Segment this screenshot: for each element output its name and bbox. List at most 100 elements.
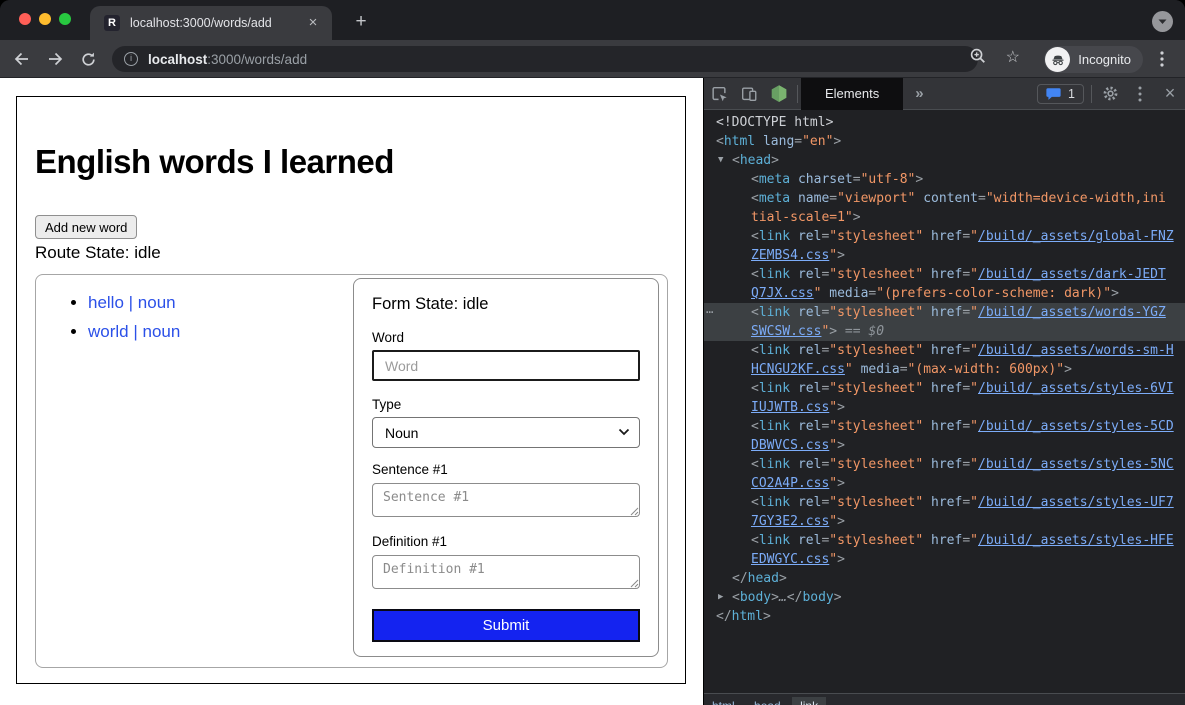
devtools-code-line[interactable]: <link rel="stylesheet" href="/build/_ass… <box>704 341 1185 360</box>
word-label: Word <box>372 330 404 345</box>
devtools-code-line[interactable]: </head> <box>704 569 1185 588</box>
devtools-code-line[interactable]: DBWVCS.css"> <box>704 436 1185 455</box>
tab-search-button[interactable] <box>1152 11 1173 32</box>
close-window-button[interactable] <box>19 13 31 25</box>
definition-textarea[interactable] <box>372 555 640 589</box>
reload-button[interactable] <box>76 47 100 71</box>
new-tab-button[interactable]: + <box>348 9 374 35</box>
type-select[interactable]: Noun <box>372 417 640 448</box>
more-panels-button[interactable]: » <box>903 85 935 102</box>
console-messages-badge[interactable]: 1 <box>1037 84 1084 104</box>
breadcrumb-head[interactable]: head <box>746 697 789 705</box>
devtools-code-line[interactable]: EDWGYC.css"> <box>704 550 1185 569</box>
incognito-icon <box>1045 47 1070 72</box>
devtools-code-line[interactable]: 7GY3E2.css"> <box>704 512 1185 531</box>
device-toggle-icon <box>740 85 758 103</box>
tab-strip: R localhost:3000/words/add × + <box>0 0 1185 40</box>
type-label: Type <box>372 397 401 412</box>
browser-tab[interactable]: R localhost:3000/words/add × <box>90 6 332 40</box>
submit-button[interactable]: Submit <box>372 609 640 642</box>
web-page: English words I learned Add new word Rou… <box>0 78 703 705</box>
add-word-form: Form State: idle Word Type Noun Sentence… <box>353 278 659 657</box>
maximize-window-button[interactable] <box>59 13 71 25</box>
message-bubble-icon <box>1046 87 1061 101</box>
devtools-breadcrumb: html head link <box>704 693 1185 705</box>
url-path: :3000/words/add <box>207 52 307 67</box>
devtools-panel: Elements » 1 × <!DOCTYPE html><html lang… <box>703 78 1185 705</box>
list-item: world | noun <box>88 322 180 342</box>
kebab-menu-icon <box>1160 51 1164 67</box>
back-button[interactable] <box>10 47 34 71</box>
devtools-code-line[interactable]: IUJWTB.css"> <box>704 398 1185 417</box>
devtools-code-line[interactable]: ▶<body>…</body> <box>704 588 1185 607</box>
words-card: hello | noun world | noun Form State: id… <box>35 274 668 668</box>
divider <box>1091 85 1092 103</box>
route-state-text: Route State: idle <box>35 243 161 263</box>
magnifier-plus-icon <box>969 47 987 65</box>
devtools-code: <!DOCTYPE html><html lang="en">▼<head><m… <box>704 110 1185 693</box>
add-new-word-button[interactable]: Add new word <box>35 215 137 239</box>
devtools-code-line[interactable]: <link rel="stylesheet" href="/build/_ass… <box>704 455 1185 474</box>
word-input[interactable] <box>372 350 640 381</box>
devtools-code-line[interactable]: ⋯<link rel="stylesheet" href="/build/_as… <box>704 303 1185 322</box>
devtools-code-line[interactable]: <meta name="viewport" content="width=dev… <box>704 189 1185 208</box>
node-button[interactable] <box>764 78 794 110</box>
devtools-code-line[interactable]: Q7JX.css" media="(prefers-color-scheme: … <box>704 284 1185 303</box>
form-state-text: Form State: idle <box>372 295 488 314</box>
word-link-world[interactable]: world | noun <box>88 322 180 341</box>
forward-arrow-icon <box>46 50 64 68</box>
devtools-code-line[interactable]: <link rel="stylesheet" href="/build/_ass… <box>704 265 1185 284</box>
devtools-toolbar: Elements » 1 × <box>704 78 1185 110</box>
word-link-hello[interactable]: hello | noun <box>88 293 176 312</box>
more-actions-icon[interactable]: ⋯ <box>706 303 712 322</box>
devtools-code-line[interactable]: <html lang="en"> <box>704 132 1185 151</box>
site-info-icon[interactable]: i <box>124 52 138 66</box>
devtools-settings-button[interactable] <box>1095 78 1125 110</box>
devtools-code-line[interactable]: <link rel="stylesheet" href="/build/_ass… <box>704 493 1185 512</box>
breadcrumb-link[interactable]: link <box>792 697 826 705</box>
back-arrow-icon <box>13 50 31 68</box>
devtools-code-line[interactable]: <!DOCTYPE html> <box>704 113 1185 132</box>
browser-menu-button[interactable] <box>1151 48 1173 70</box>
breadcrumb-html[interactable]: html <box>704 697 743 705</box>
incognito-badge: Incognito <box>1044 46 1143 73</box>
remix-favicon-icon: R <box>104 15 120 31</box>
devtools-code-line[interactable]: <meta charset="utf-8"> <box>704 170 1185 189</box>
devtools-code-line[interactable]: tial-scale=1"> <box>704 208 1185 227</box>
devtools-code-line[interactable]: <link rel="stylesheet" href="/build/_ass… <box>704 417 1185 436</box>
forward-button[interactable] <box>43 47 67 71</box>
address-bar[interactable]: i localhost:3000/words/add <box>112 46 978 72</box>
sentence-textarea[interactable] <box>372 483 640 517</box>
collapse-arrow-icon[interactable]: ▶ <box>718 588 723 607</box>
nodejs-hexagon-icon <box>770 84 788 104</box>
device-toolbar-button[interactable] <box>734 78 764 110</box>
definition-label: Definition #1 <box>372 534 447 549</box>
word-list: hello | noun world | noun <box>88 293 180 351</box>
tab-elements[interactable]: Elements <box>801 78 903 110</box>
bookmark-star-icon[interactable]: ☆ <box>1006 47 1020 67</box>
devtools-code-line[interactable]: SWCSW.css"> == $0 <box>704 322 1185 341</box>
incognito-label: Incognito <box>1078 52 1131 67</box>
devtools-code-line[interactable]: <link rel="stylesheet" href="/build/_ass… <box>704 531 1185 550</box>
sentence-label: Sentence #1 <box>372 462 448 477</box>
url-host: localhost <box>148 52 207 67</box>
tab-title: localhost:3000/words/add <box>130 16 304 30</box>
tab-close-icon[interactable]: × <box>304 14 322 32</box>
devtools-close-button[interactable]: × <box>1155 78 1185 110</box>
devtools-code-line[interactable]: </html> <box>704 607 1185 626</box>
minimize-window-button[interactable] <box>39 13 51 25</box>
devtools-code-line[interactable]: <link rel="stylesheet" href="/build/_ass… <box>704 379 1185 398</box>
devtools-code-line[interactable]: HCNGU2KF.css" media="(max-width: 600px)"… <box>704 360 1185 379</box>
browser-toolbar: i localhost:3000/words/add ☆ Incognito <box>0 40 1185 78</box>
devtools-code-line[interactable]: ZEMBS4.css"> <box>704 246 1185 265</box>
console-message-count: 1 <box>1068 87 1075 101</box>
kebab-menu-icon <box>1138 86 1142 102</box>
expand-arrow-icon[interactable]: ▼ <box>718 151 723 170</box>
devtools-menu-button[interactable] <box>1125 78 1155 110</box>
devtools-code-line[interactable]: ▼<head> <box>704 151 1185 170</box>
zoom-button[interactable] <box>969 47 987 65</box>
inspect-element-button[interactable] <box>704 78 734 110</box>
devtools-code-line[interactable]: <link rel="stylesheet" href="/build/_ass… <box>704 227 1185 246</box>
devtools-code-line[interactable]: CO2A4P.css"> <box>704 474 1185 493</box>
chevron-down-icon <box>1158 19 1167 25</box>
